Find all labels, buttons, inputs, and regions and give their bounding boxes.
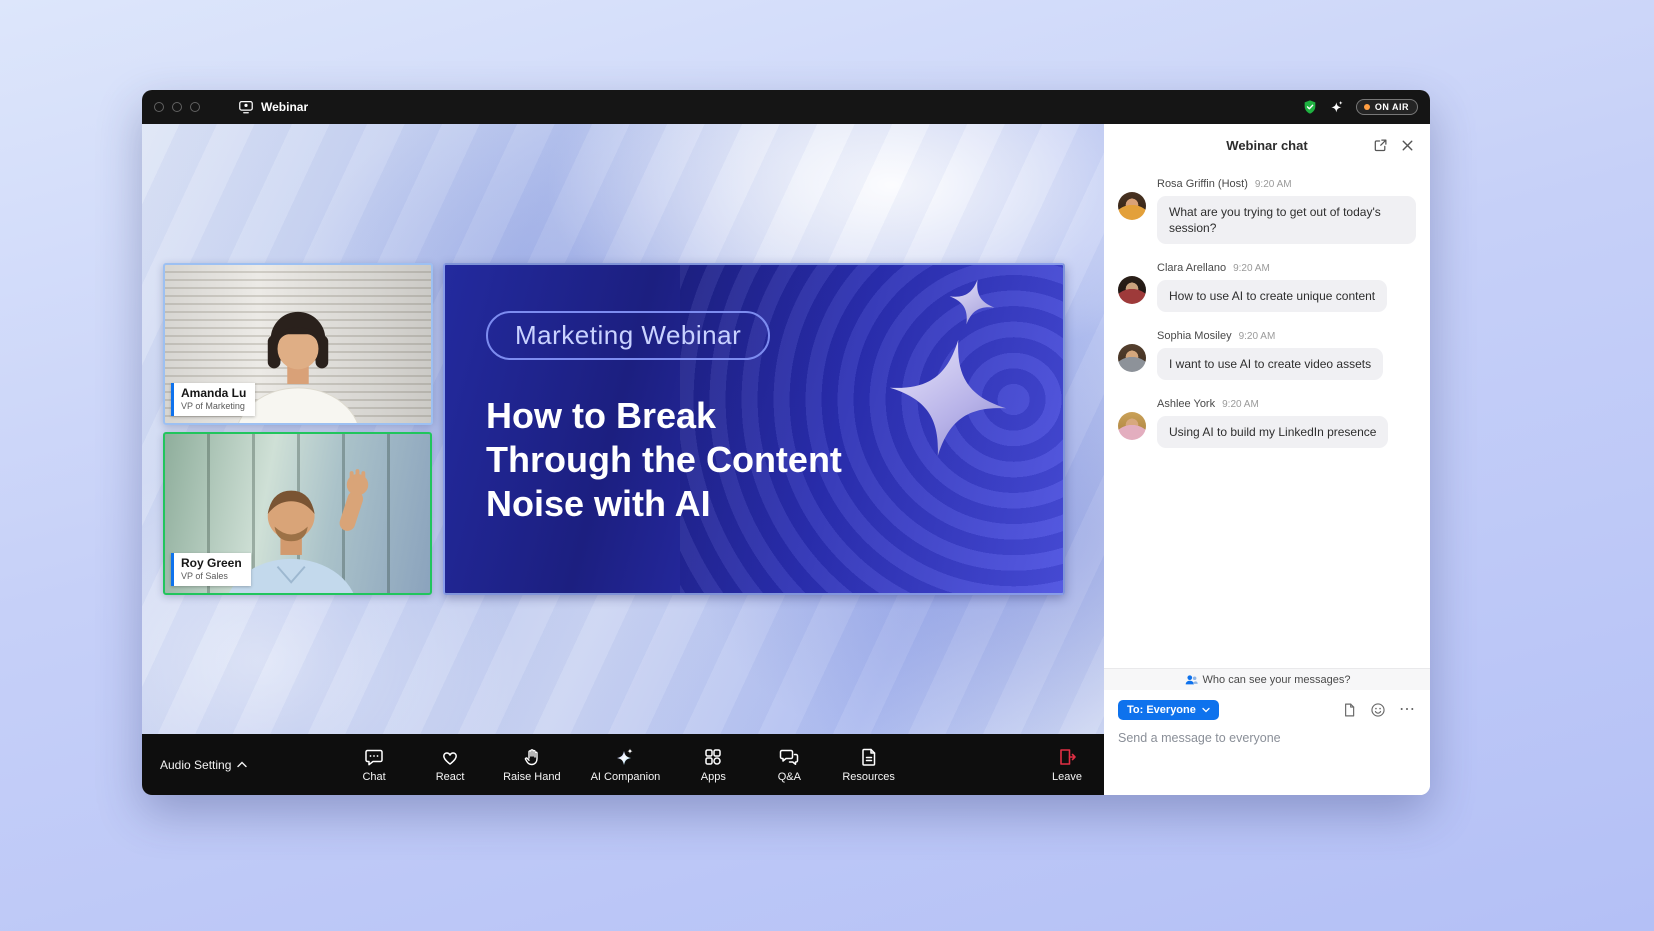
- toolbar-items: Chat React Raise Hand: [351, 747, 895, 783]
- message-bubble: I want to use AI to create video assets: [1157, 348, 1383, 380]
- avatar: [1118, 344, 1146, 372]
- resources-button[interactable]: Resources: [842, 747, 895, 783]
- video-tile-roy[interactable]: Roy Green VP of Sales: [163, 432, 432, 595]
- toolbar-label: Chat: [362, 771, 385, 783]
- message-composer: To: Everyone: [1104, 690, 1430, 795]
- decorative-star-icon: [944, 274, 1000, 330]
- message-author: Clara Arellano: [1157, 262, 1226, 274]
- on-air-label: ON AIR: [1375, 102, 1409, 112]
- toolbar-label: Resources: [842, 771, 895, 783]
- chat-panel: Webinar chat Rosa Griffin: [1104, 124, 1430, 795]
- maximize-window-button[interactable]: [190, 102, 200, 112]
- audio-setting-label: Audio Setting: [160, 758, 231, 772]
- webinar-window: Webinar ON AIR: [142, 90, 1430, 795]
- message-bubble: Using AI to build my LinkedIn presence: [1157, 416, 1388, 448]
- speaker-name: Amanda Lu: [181, 386, 246, 401]
- speaker-name: Roy Green: [181, 556, 242, 571]
- popout-icon[interactable]: [1372, 137, 1389, 154]
- chat-icon: [364, 747, 384, 767]
- chat-message: Sophia Mosiley 9:20 AM I want to use AI …: [1118, 330, 1416, 380]
- to-label: To: Everyone: [1127, 704, 1196, 716]
- avatar: [1118, 192, 1146, 220]
- chevron-down-icon: [1202, 707, 1210, 713]
- people-icon: [1184, 673, 1198, 687]
- qa-icon: [779, 747, 799, 767]
- security-shield-icon[interactable]: [1302, 99, 1318, 115]
- chat-message: Clara Arellano 9:20 AM How to use AI to …: [1118, 262, 1416, 312]
- message-time: 9:20 AM: [1233, 263, 1270, 274]
- titlebar-right: ON AIR: [1302, 99, 1418, 115]
- chat-footer: Who can see your messages? To: Everyone: [1104, 668, 1430, 795]
- ai-companion-icon: [615, 747, 635, 767]
- message-author: Rosa Griffin (Host): [1157, 178, 1248, 190]
- message-time: 9:20 AM: [1222, 399, 1259, 410]
- webinar-icon: [238, 99, 254, 115]
- message-bubble: How to use AI to create unique content: [1157, 280, 1387, 312]
- react-button[interactable]: React: [427, 747, 473, 783]
- on-air-badge: ON AIR: [1356, 99, 1418, 115]
- heart-icon: [440, 747, 460, 767]
- slide-badge: Marketing Webinar: [486, 311, 770, 360]
- stage-column: Amanda Lu VP of Marketing: [142, 124, 1104, 795]
- nametag-roy: Roy Green VP of Sales: [171, 553, 251, 586]
- more-options-icon[interactable]: ⋯: [1399, 705, 1416, 715]
- to-everyone-selector[interactable]: To: Everyone: [1118, 700, 1219, 720]
- toolbar-label: Q&A: [778, 771, 801, 783]
- message-author: Ashlee York: [1157, 398, 1215, 410]
- chat-message: Ashlee York 9:20 AM Using AI to build my…: [1118, 398, 1416, 448]
- emoji-icon[interactable]: [1370, 702, 1386, 718]
- close-icon[interactable]: [1399, 137, 1416, 154]
- leave-button[interactable]: Leave: [1052, 747, 1082, 783]
- ai-sparkle-icon[interactable]: [1329, 99, 1345, 115]
- toolbar-label: Raise Hand: [503, 771, 560, 783]
- ai-companion-button[interactable]: AI Companion: [591, 747, 661, 783]
- slide-title-line: Noise with AI: [486, 482, 1033, 526]
- audio-setting-button[interactable]: Audio Setting: [160, 758, 247, 772]
- video-tile-amanda[interactable]: Amanda Lu VP of Marketing: [163, 263, 433, 425]
- nametag-amanda: Amanda Lu VP of Marketing: [171, 383, 255, 416]
- close-window-button[interactable]: [154, 102, 164, 112]
- chat-message: Rosa Griffin (Host) 9:20 AM What are you…: [1118, 178, 1416, 244]
- resources-icon: [859, 747, 879, 767]
- chat-button[interactable]: Chat: [351, 747, 397, 783]
- visibility-note-text: Who can see your messages?: [1203, 674, 1351, 686]
- shared-slide: Marketing Webinar How to Break Through t…: [443, 263, 1065, 595]
- apps-icon: [703, 747, 723, 767]
- visibility-note: Who can see your messages?: [1104, 668, 1430, 690]
- speaker-role: VP of Marketing: [181, 401, 246, 412]
- chat-message-input[interactable]: [1118, 731, 1416, 745]
- minimize-window-button[interactable]: [172, 102, 182, 112]
- titlebar: Webinar ON AIR: [142, 90, 1430, 124]
- speaker-role: VP of Sales: [181, 571, 242, 582]
- raise-hand-button[interactable]: Raise Hand: [503, 747, 560, 783]
- avatar: [1118, 276, 1146, 304]
- chat-message-list[interactable]: Rosa Griffin (Host) 9:20 AM What are you…: [1104, 166, 1430, 668]
- window-title: Webinar: [261, 100, 308, 114]
- toolbar-label: Apps: [701, 771, 726, 783]
- on-air-dot: [1364, 104, 1370, 110]
- qa-button[interactable]: Q&A: [766, 747, 812, 783]
- message-time: 9:20 AM: [1255, 179, 1292, 190]
- toolbar-label: React: [436, 771, 465, 783]
- message-bubble: What are you trying to get out of today'…: [1157, 196, 1416, 244]
- message-time: 9:20 AM: [1239, 331, 1276, 342]
- traffic-lights: [154, 102, 200, 112]
- decorative-star-icon: [880, 330, 1017, 467]
- chat-header: Webinar chat: [1104, 124, 1430, 166]
- raise-hand-icon: [522, 747, 542, 767]
- attach-file-icon[interactable]: [1341, 702, 1357, 718]
- chevron-up-icon: [237, 761, 247, 768]
- message-author: Sophia Mosiley: [1157, 330, 1232, 342]
- toolbar-label: AI Companion: [591, 771, 661, 783]
- app-identity: Webinar: [238, 99, 308, 115]
- leave-icon: [1057, 747, 1077, 767]
- video-stage: Amanda Lu VP of Marketing: [142, 124, 1104, 734]
- avatar: [1118, 412, 1146, 440]
- toolbar-label: Leave: [1052, 771, 1082, 783]
- meeting-toolbar: Audio Setting Chat: [142, 734, 1104, 795]
- apps-button[interactable]: Apps: [690, 747, 736, 783]
